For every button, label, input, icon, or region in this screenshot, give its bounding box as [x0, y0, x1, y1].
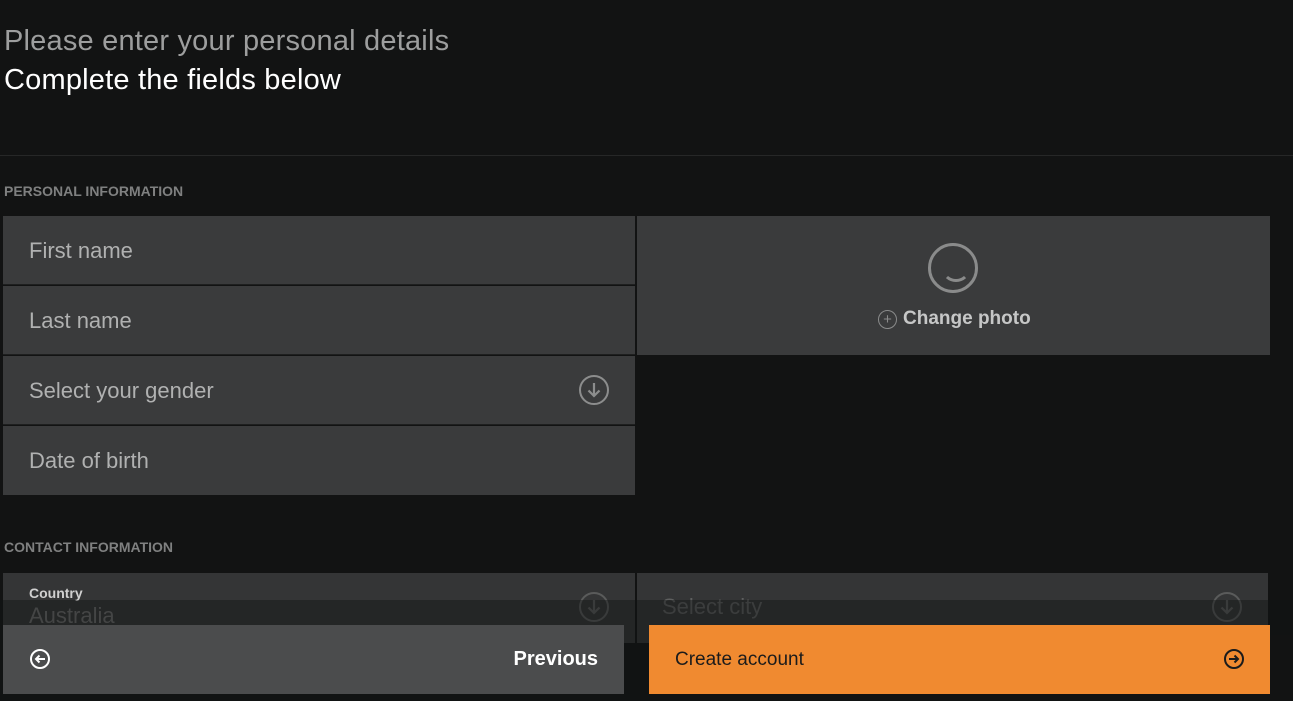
page-subtitle: Please enter your personal details: [4, 25, 450, 57]
change-photo-button[interactable]: + Change photo: [878, 308, 1031, 330]
first-name-field[interactable]: First name: [3, 216, 635, 285]
header-divider: [0, 155, 1293, 156]
change-photo-label: Change photo: [903, 308, 1031, 329]
gender-placeholder: Select your gender: [29, 378, 214, 403]
last-name-field[interactable]: Last name: [3, 286, 635, 355]
country-label: Country: [29, 585, 83, 601]
arrow-left-circle-icon: [30, 649, 50, 669]
page-title: Complete the fields below: [4, 64, 342, 96]
arrow-down-circle-icon: [579, 375, 609, 405]
plus-circle-icon: +: [878, 309, 897, 329]
personal-section-label: PERSONAL INFORMATION: [4, 183, 184, 199]
gender-select[interactable]: Select your gender: [3, 356, 635, 425]
previous-label: Previous: [513, 648, 598, 670]
date-of-birth-placeholder: Date of birth: [29, 448, 149, 473]
arrow-right-circle-icon: [1224, 649, 1244, 669]
date-of-birth-field[interactable]: Date of birth: [3, 426, 635, 495]
create-account-button[interactable]: Create account: [649, 625, 1270, 694]
contact-section-label: CONTACT INFORMATION: [4, 539, 174, 555]
previous-button[interactable]: Previous: [3, 625, 624, 694]
smiley-icon: [928, 243, 978, 293]
last-name-placeholder: Last name: [29, 308, 132, 333]
first-name-placeholder: First name: [29, 238, 133, 263]
create-account-label: Create account: [675, 649, 804, 670]
page-header: Please enter your personal details Compl…: [4, 22, 449, 100]
photo-panel[interactable]: + Change photo: [637, 216, 1270, 355]
